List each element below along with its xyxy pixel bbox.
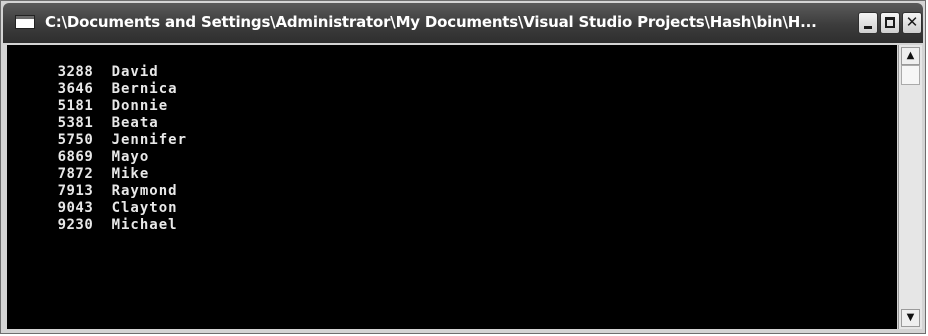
console-line: 7872 Mike xyxy=(7,149,149,182)
close-icon: ✕ xyxy=(905,13,919,31)
console-line: 5750 Jennifer xyxy=(7,115,187,148)
window-title: C:\Documents and Settings\Administrator\… xyxy=(45,13,817,31)
console-window-icon[interactable] xyxy=(15,15,35,29)
scroll-down-button[interactable]: ▼ xyxy=(901,309,920,327)
minimize-button[interactable] xyxy=(858,12,878,34)
console-line: 3646 Bernica xyxy=(7,64,178,97)
scroll-up-icon: ▲ xyxy=(906,50,915,61)
console-line: 6869 Mayo xyxy=(7,132,149,165)
console-line: 9043 Clayton xyxy=(7,183,178,216)
console-line: 9230 Michael xyxy=(7,200,178,233)
minimize-icon xyxy=(864,26,872,29)
record-id: 9230 xyxy=(57,217,94,233)
console-output[interactable]: 3288 David 3646 Bernica 5181 Donnie 5381 Bea… xyxy=(7,45,897,329)
console-line: 7913 Raymond xyxy=(7,166,178,199)
vertical-scrollbar[interactable]: ▲ ▼ xyxy=(898,45,922,329)
maximize-icon xyxy=(885,17,895,28)
record-name: Michael xyxy=(111,217,178,233)
console-line: 5381 Beata xyxy=(7,98,159,131)
close-button[interactable]: ✕ xyxy=(902,12,922,34)
scroll-up-button[interactable]: ▲ xyxy=(901,47,920,65)
scrollbar-thumb[interactable] xyxy=(901,65,920,85)
console-window: C:\Documents and Settings\Administrator\… xyxy=(0,0,926,334)
console-line: 5181 Donnie xyxy=(7,81,168,114)
maximize-button[interactable] xyxy=(880,12,900,34)
title-bar[interactable]: C:\Documents and Settings\Administrator\… xyxy=(3,3,923,43)
console-line: 3288 David xyxy=(7,47,159,80)
scroll-down-icon: ▼ xyxy=(906,312,915,323)
